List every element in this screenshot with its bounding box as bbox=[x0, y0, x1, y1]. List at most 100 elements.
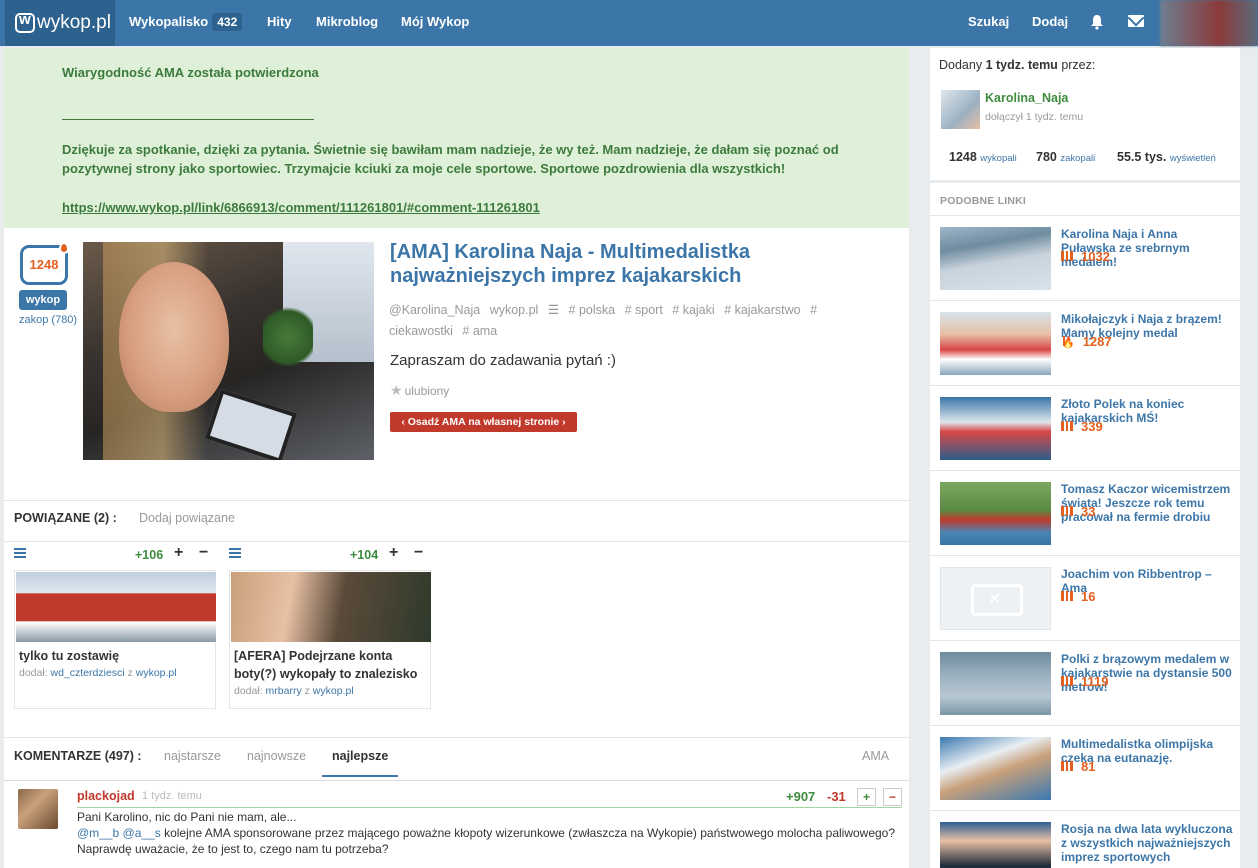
mention-link[interactable]: @m__b bbox=[77, 826, 119, 840]
comment-avatar[interactable] bbox=[18, 789, 58, 829]
divider bbox=[4, 500, 909, 501]
similar-link-thumbnail[interactable] bbox=[940, 652, 1051, 715]
embed-ama-button[interactable]: ‹ Osadź AMA na własnej stronie › bbox=[390, 412, 577, 432]
wykop-button[interactable]: wykop bbox=[19, 290, 67, 310]
comment: plackojad 1 tydz. temu +907 -31 + − Pani… bbox=[4, 780, 909, 868]
related-added-by: dodał: wd_czterdziesci z wykop.pl bbox=[19, 667, 177, 679]
tab-newest[interactable]: najnowsze bbox=[247, 749, 306, 763]
list-icon: ☰ bbox=[547, 303, 560, 317]
downvote-button[interactable]: − bbox=[199, 544, 208, 562]
zakop-link[interactable]: zakop (780) bbox=[19, 314, 77, 326]
added-info: Dodany 1 tydz. temu przez: bbox=[939, 58, 1096, 72]
comment-downvote-button[interactable]: − bbox=[883, 788, 902, 806]
main-column: Wiarygodność AMA została potwierdzona Dz… bbox=[4, 48, 909, 868]
similar-links-box: PODOBNE LINKI Karolina Naja i Anna Puław… bbox=[930, 183, 1240, 868]
add-link[interactable]: Dodaj bbox=[1032, 0, 1068, 46]
post-title[interactable]: [AMA] Karolina Naja - Multimedalistka na… bbox=[390, 240, 890, 288]
wykop-logo[interactable]: wykop.pl bbox=[5, 0, 115, 46]
nav-mikroblog[interactable]: Mikroblog bbox=[316, 0, 378, 46]
related-card[interactable]: tylko tu zostawię dodał: wd_czterdziesci… bbox=[14, 570, 216, 709]
ama-comment-link[interactable]: https://www.wykop.pl/link/6866913/commen… bbox=[62, 200, 540, 215]
similar-link-thumbnail[interactable] bbox=[940, 312, 1051, 375]
author-avatar[interactable] bbox=[941, 90, 980, 129]
comment-upvote-button[interactable]: + bbox=[857, 788, 876, 806]
tag-ama[interactable]: # ama bbox=[462, 324, 497, 338]
related-score: +104 bbox=[350, 548, 379, 562]
similar-link-thumbnail[interactable] bbox=[940, 567, 1051, 630]
fire-icon bbox=[59, 242, 69, 254]
favorite-button[interactable]: ★ ulubiony bbox=[390, 382, 449, 399]
mail-icon[interactable] bbox=[1128, 15, 1144, 27]
post-description: Zapraszam do zadawania pytań :) bbox=[390, 352, 616, 369]
tag-kajaki[interactable]: # kajaki bbox=[672, 303, 714, 317]
similar-link-title[interactable]: Rosja na dwa lata wykluczona z wszystkic… bbox=[1061, 822, 1233, 864]
related-title[interactable]: [AFERA] Podejrzane konta boty(?) wykopał… bbox=[234, 647, 429, 683]
search-link[interactable]: Szukaj bbox=[968, 0, 1009, 46]
tab-best[interactable]: najlepsze bbox=[332, 749, 388, 763]
similar-link-score: 81 bbox=[1061, 759, 1095, 774]
similar-link-item: Rosja na dwa lata wykluczona z wszystkic… bbox=[930, 810, 1240, 868]
ama-thanks-text: Dziękuje za spotkanie, dzięki za pytania… bbox=[62, 142, 839, 176]
similar-link-score: 16 bbox=[1061, 589, 1095, 604]
user-avatar[interactable] bbox=[1160, 0, 1258, 46]
vote-counter: 1248 bbox=[20, 242, 69, 285]
active-tab-indicator bbox=[322, 775, 398, 777]
source-link[interactable]: wykop.pl bbox=[490, 303, 539, 317]
wykopalisko-count-badge: 432 bbox=[212, 13, 243, 31]
tag-polska[interactable]: # polska bbox=[569, 303, 616, 317]
related-score: +106 bbox=[135, 548, 164, 562]
similar-link-thumbnail[interactable] bbox=[940, 397, 1051, 460]
similar-link-item: Karolina Naja i Anna Puławska ze srebrny… bbox=[930, 215, 1240, 299]
divider bbox=[4, 541, 909, 542]
similar-link-item: Złoto Polek na koniec kajakarskich MŚ! 33… bbox=[930, 385, 1240, 469]
related-title[interactable]: tylko tu zostawię bbox=[19, 647, 214, 665]
similar-link-thumbnail[interactable] bbox=[940, 822, 1051, 868]
divider bbox=[4, 737, 909, 738]
comment-plus-score: +907 bbox=[786, 789, 816, 804]
related-thumbnail[interactable] bbox=[231, 572, 431, 642]
comment-body: Pani Karolino, nic do Pani nie mam, ale.… bbox=[77, 810, 896, 856]
related-header: POWIĄZANE (2) : bbox=[14, 511, 117, 525]
stat-zakopali: 780 zakopali bbox=[1036, 150, 1096, 164]
author-link[interactable]: @Karolina_Naja bbox=[389, 303, 480, 317]
nav-wykopalisko[interactable]: Wykopalisko 432 bbox=[129, 0, 243, 46]
downvote-button[interactable]: − bbox=[414, 544, 423, 562]
post-thumbnail[interactable] bbox=[83, 242, 374, 460]
bell-icon[interactable] bbox=[1090, 14, 1104, 30]
comment-time: 1 tydz. temu bbox=[142, 790, 202, 802]
similar-link-thumbnail[interactable] bbox=[940, 482, 1051, 545]
no-image-icon bbox=[971, 584, 1023, 616]
similar-header: PODOBNE LINKI bbox=[940, 195, 1027, 207]
similar-link-thumbnail[interactable] bbox=[940, 737, 1051, 800]
upvote-button[interactable]: + bbox=[389, 544, 398, 562]
tab-ama[interactable]: AMA bbox=[862, 749, 889, 763]
tab-oldest[interactable]: najstarsze bbox=[164, 749, 221, 763]
tag-kajakarstwo[interactable]: # kajakarstwo bbox=[724, 303, 800, 317]
stat-views: 55.5 tys. wyświetleń bbox=[1117, 150, 1216, 164]
menu-icon[interactable] bbox=[14, 548, 26, 558]
comment-divider bbox=[77, 807, 902, 808]
related-thumbnail[interactable] bbox=[16, 572, 216, 642]
similar-link-item: Tomasz Kaczor wicemistrzem świata! Jeszc… bbox=[930, 470, 1240, 554]
menu-icon[interactable] bbox=[229, 548, 241, 558]
comment-author[interactable]: plackojad bbox=[77, 789, 135, 803]
star-icon: ★ bbox=[390, 382, 403, 398]
nav-hity[interactable]: Hity bbox=[267, 0, 292, 46]
wykop-score-icon bbox=[1061, 251, 1073, 261]
divider-line bbox=[62, 102, 314, 120]
wykop-score-icon bbox=[1061, 761, 1073, 771]
add-related-link[interactable]: Dodaj powiązane bbox=[139, 511, 235, 525]
mention-link[interactable]: @a__s bbox=[123, 826, 161, 840]
tag-sport[interactable]: # sport bbox=[625, 303, 663, 317]
logo-icon bbox=[15, 11, 35, 33]
author-name[interactable]: Karolina_Naja bbox=[985, 91, 1068, 105]
stat-wykopali: 1248 wykopali bbox=[949, 150, 1017, 164]
similar-link-item: Multimedalistka olimpijska czeka na euta… bbox=[930, 725, 1240, 809]
upvote-button[interactable]: + bbox=[174, 544, 183, 562]
related-item: +104 + − [AFERA] Podejrzane konta boty(?… bbox=[229, 544, 431, 709]
similar-link-score: 339 bbox=[1061, 419, 1103, 434]
similar-link-thumbnail[interactable] bbox=[940, 227, 1051, 290]
nav-moj-wykop[interactable]: Mój Wykop bbox=[401, 0, 469, 46]
related-card[interactable]: [AFERA] Podejrzane konta boty(?) wykopał… bbox=[229, 570, 431, 709]
ama-verified-box: Wiarygodność AMA została potwierdzona Dz… bbox=[4, 48, 909, 228]
